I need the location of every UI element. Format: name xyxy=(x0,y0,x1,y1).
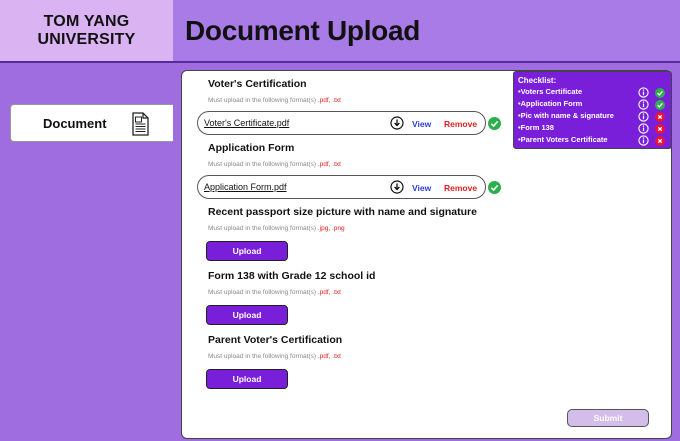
view-link[interactable]: View xyxy=(412,183,431,193)
section-title-parent-voters-certification: Parent Voter's Certification xyxy=(208,334,343,346)
upload-form-138-button[interactable]: Upload xyxy=(206,305,288,325)
checklist-item-label: •Parent Voters Certificate xyxy=(518,135,608,144)
section-title-application-form: Application Form xyxy=(208,142,295,154)
view-link[interactable]: View xyxy=(412,119,431,129)
download-icon[interactable] xyxy=(390,116,404,135)
title-bar: Document Upload xyxy=(173,0,680,61)
format-hint: Must upload in the following format(s) .… xyxy=(208,353,341,360)
info-icon[interactable] xyxy=(638,135,649,148)
x-circle-icon xyxy=(655,136,665,148)
page-title: Document Upload xyxy=(185,14,421,46)
check-circle-icon xyxy=(488,181,501,199)
checklist-item-label: •Pic with name & signature xyxy=(518,111,614,120)
section-title-voters-certification: Voter's Certification xyxy=(208,78,307,90)
university-logo: TOM YANG UNIVERSITY xyxy=(0,0,173,61)
checklist-item-label: •Voters Certificate xyxy=(518,87,583,96)
brand-line-2: UNIVERSITY xyxy=(37,30,136,48)
uploaded-file-row: Voter's Certificate.pdf View Remove xyxy=(197,111,486,135)
submit-button[interactable]: Submit xyxy=(567,409,649,427)
checklist-item-label: •Application Form xyxy=(518,99,583,108)
format-hint: Must upload in the following format(s) .… xyxy=(208,225,345,232)
section-title-passport-picture: Recent passport size picture with name a… xyxy=(208,206,477,218)
check-circle-icon xyxy=(488,117,501,135)
sidebar: Document xyxy=(0,63,173,441)
format-hint: Must upload in the following format(s) .… xyxy=(208,97,341,104)
sidebar-item-document[interactable]: Document xyxy=(10,104,173,142)
brand-line-1: TOM YANG xyxy=(43,12,130,30)
checklist-item: •Application Form xyxy=(518,99,670,110)
checklist-title: Checklist: xyxy=(518,76,557,85)
checklist-item-label: •Form 138 xyxy=(518,123,554,132)
checklist-item: •Parent Voters Certificate xyxy=(518,135,670,146)
document-icon xyxy=(130,112,150,141)
file-name-link[interactable]: Application Form.pdf xyxy=(204,182,287,192)
format-hint: Must upload in the following format(s) .… xyxy=(208,161,341,168)
checklist-item: •Form 138 xyxy=(518,123,670,134)
download-icon[interactable] xyxy=(390,180,404,199)
checklist-item: •Pic with name & signature xyxy=(518,111,670,122)
uploaded-file-row: Application Form.pdf View Remove xyxy=(197,175,486,199)
section-title-form-138: Form 138 with Grade 12 school id xyxy=(208,270,376,282)
upload-passport-picture-button[interactable]: Upload xyxy=(206,241,288,261)
remove-link[interactable]: Remove xyxy=(444,119,477,129)
sidebar-item-label: Document xyxy=(43,115,107,131)
checklist-panel: Checklist: •Voters Certificate •Applicati… xyxy=(513,71,672,149)
checklist-item: •Voters Certificate xyxy=(518,87,670,98)
remove-link[interactable]: Remove xyxy=(444,183,477,193)
format-hint: Must upload in the following format(s) .… xyxy=(208,289,341,296)
upload-parent-voters-certification-button[interactable]: Upload xyxy=(206,369,288,389)
file-name-link[interactable]: Voter's Certificate.pdf xyxy=(204,118,289,128)
